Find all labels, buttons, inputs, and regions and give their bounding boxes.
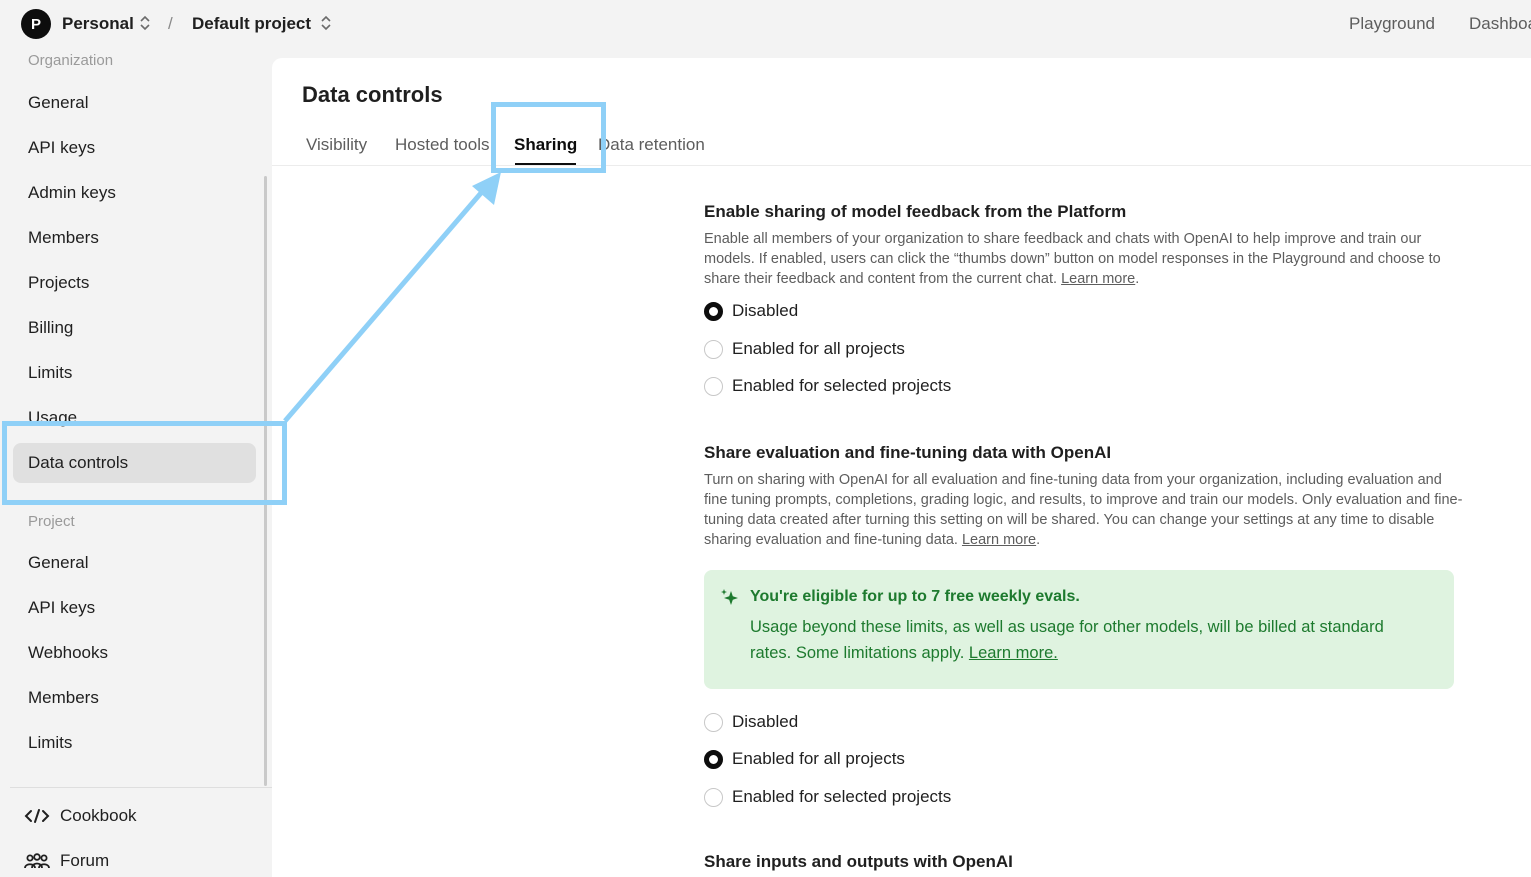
feedback-section-title: Enable sharing of model feedback from th… [704,202,1127,221]
sidebar-item-webhooks[interactable]: Webhooks [13,633,256,673]
sidebar-item-general[interactable]: General [13,83,256,123]
sidebar-section-organization: Organization [28,52,114,69]
sidebar-forum-link[interactable]: Forum [24,846,109,876]
tab-visibility[interactable]: Visibility [306,135,367,155]
playground-link[interactable]: Playground [1349,14,1435,34]
sidebar-scrollbar[interactable] [264,176,267,786]
chevron-updown-icon[interactable] [139,14,151,32]
sidebar: Organization General API keys Admin keys… [10,48,272,877]
feedback-sharing-section: Enable sharing of model feedback from th… [704,202,1464,289]
page-title: Data controls [302,82,443,107]
eval-option-disabled[interactable]: Disabled [704,712,798,732]
tab-sharing[interactable]: Sharing [514,135,577,155]
feedback-section-description: Enable all members of your organization … [704,231,1441,287]
eval-option-all-projects[interactable]: Enabled for all projects [704,749,905,769]
cookbook-label: Cookbook [60,806,137,825]
sidebar-item-project-members[interactable]: Members [13,678,256,718]
org-avatar[interactable]: P [21,9,51,39]
radio-unselected[interactable] [704,376,723,396]
callout-learn-more-link[interactable]: Learn more. [969,644,1058,662]
option-label: Enabled for all projects [732,339,905,358]
option-label: Disabled [732,301,799,320]
sidebar-item-api-keys[interactable]: API keys [13,128,256,168]
sidebar-cookbook-link[interactable]: Cookbook [24,801,137,831]
dashboard-link[interactable]: Dashboa [1469,14,1531,34]
chevron-updown-icon[interactable] [320,14,332,32]
sidebar-item-limits[interactable]: Limits [13,353,256,393]
project-switcher[interactable]: Default project [192,14,311,34]
radio-selected[interactable] [704,301,723,321]
eval-section-description: Turn on sharing with OpenAI for all eval… [704,472,1463,548]
feedback-option-selected-projects[interactable]: Enabled for selected projects [704,376,951,396]
eval-option-selected-projects[interactable]: Enabled for selected projects [704,787,951,807]
sidebar-item-admin-keys[interactable]: Admin keys [13,173,256,213]
sidebar-divider [10,787,272,788]
sidebar-item-usage[interactable]: Usage [13,398,256,438]
option-label: Disabled [732,712,799,731]
sidebar-item-project-api-keys[interactable]: API keys [13,588,256,628]
org-switcher[interactable]: Personal [62,14,134,34]
option-label: Enabled for selected projects [732,376,952,395]
io-sharing-section: Share inputs and outputs with OpenAI [704,852,1464,872]
sidebar-item-project-limits[interactable]: Limits [13,723,256,763]
radio-unselected[interactable] [704,787,723,807]
sidebar-item-members[interactable]: Members [13,218,256,258]
eval-sharing-section: Share evaluation and fine-tuning data wi… [704,443,1464,550]
radio-selected[interactable] [704,749,723,769]
people-icon [24,853,50,869]
breadcrumb-separator: / [168,14,173,33]
free-evals-callout: You're eligible for up to 7 free weekly … [704,570,1454,689]
callout-headline: You're eligible for up to 7 free weekly … [750,588,1080,605]
code-icon [24,809,50,823]
sparkle-icon [721,589,738,605]
tab-data-retention[interactable]: Data retention [598,135,705,155]
sidebar-item-projects[interactable]: Projects [13,263,256,303]
forum-label: Forum [60,851,110,870]
tab-bar: Visibility Hosted tools Sharing Data ret… [272,130,1531,166]
feedback-learn-more-link[interactable]: Learn more [1061,271,1135,287]
option-label: Enabled for all projects [732,749,905,768]
eval-learn-more-link[interactable]: Learn more [962,532,1036,548]
io-section-title: Share inputs and outputs with OpenAI [704,852,1013,871]
main-panel: Data controls Visibility Hosted tools Sh… [272,58,1531,877]
active-tab-indicator [515,163,576,165]
radio-unselected[interactable] [704,339,723,359]
eval-section-title: Share evaluation and fine-tuning data wi… [704,443,1112,462]
feedback-option-disabled[interactable]: Disabled [704,301,798,321]
callout-body: Usage beyond these limits, as well as us… [750,618,1384,662]
sidebar-section-project: Project [28,513,75,530]
radio-unselected[interactable] [704,712,723,732]
option-label: Enabled for selected projects [732,787,952,806]
top-bar: P Personal / Default project Playground … [10,0,1531,48]
sidebar-item-data-controls[interactable]: Data controls [13,443,256,483]
sidebar-item-project-general[interactable]: General [13,543,256,583]
sidebar-item-billing[interactable]: Billing [13,308,256,348]
feedback-option-all-projects[interactable]: Enabled for all projects [704,339,905,359]
tab-hosted-tools[interactable]: Hosted tools [395,135,490,155]
